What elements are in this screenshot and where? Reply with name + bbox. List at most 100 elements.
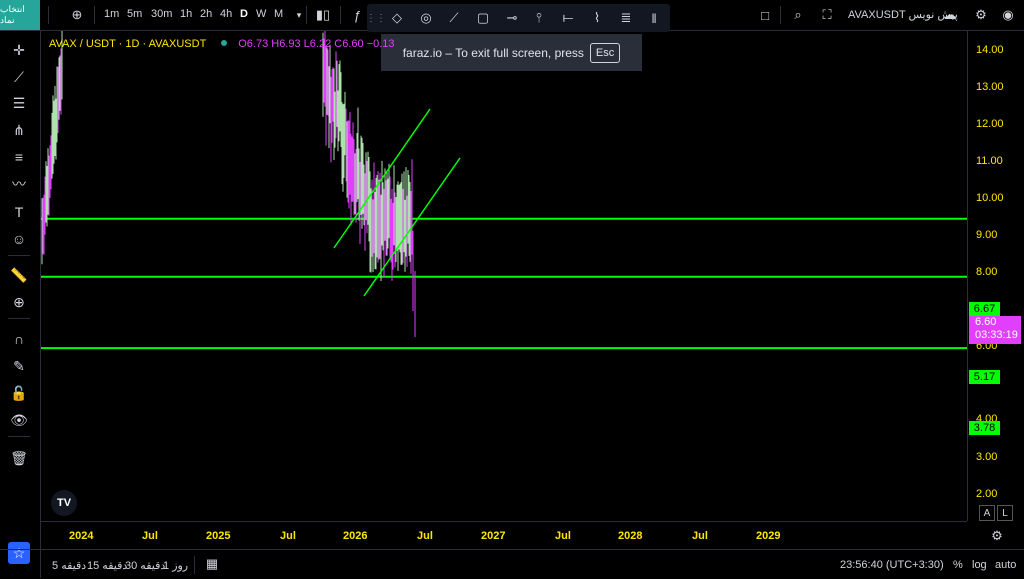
candles-style-icon[interactable]: ▮▯ bbox=[314, 6, 332, 24]
range-1-day[interactable]: 1 روز bbox=[163, 559, 188, 572]
time-tick: 2028 bbox=[618, 530, 643, 542]
vertical-line-icon[interactable]: ⫯ bbox=[530, 9, 548, 27]
rectangle-tool-icon[interactable]: ▢ bbox=[474, 9, 492, 27]
bar-countdown: 03:33:19 bbox=[975, 329, 1018, 341]
price-chart[interactable] bbox=[41, 31, 967, 521]
indicators-icon[interactable]: ƒ bbox=[348, 6, 366, 24]
time-tick: Jul bbox=[280, 530, 296, 542]
zoom-in-icon[interactable]: ⊕ bbox=[8, 291, 30, 313]
clock-timezone[interactable]: 23:56:40 (UTC+3:30) bbox=[840, 559, 944, 571]
level-label: 5.17 bbox=[969, 370, 1000, 384]
drawing-toolbar: ⋮⋮ ◇ ◎ ⟋ ▢ ⊸ ⫯ ⟝ ⌇ ≣ ‖ bbox=[366, 4, 670, 32]
parallel-channel-icon[interactable]: ≣ bbox=[617, 9, 635, 27]
time-tick: 2027 bbox=[481, 530, 506, 542]
timeframe-d[interactable]: D bbox=[240, 8, 248, 20]
time-tick: Jul bbox=[417, 530, 433, 542]
timeframe-2h[interactable]: 2h bbox=[200, 8, 212, 20]
legend-high: H6.93 bbox=[271, 38, 301, 50]
legend-low: L6.22 bbox=[303, 38, 332, 50]
fullscreen-icon[interactable]: ⛶ bbox=[818, 6, 836, 24]
timeframe-1h[interactable]: 1h bbox=[180, 8, 192, 20]
legend-close: C6.60 bbox=[334, 38, 364, 50]
chart-settings-gear-icon[interactable]: ⚙ bbox=[988, 527, 1006, 545]
market-status-dot bbox=[221, 40, 228, 46]
emoji-icon[interactable]: ☺ bbox=[8, 228, 30, 250]
toolbar-divider bbox=[8, 255, 30, 256]
legend-open: O6.73 bbox=[238, 38, 269, 50]
symbol-search-button[interactable]: انتخاب نماد bbox=[0, 0, 40, 30]
stay-drawing-icon[interactable]: ✎ bbox=[8, 355, 30, 377]
toolbar-divider bbox=[340, 6, 341, 24]
trash-icon[interactable]: 🗑 bbox=[8, 447, 30, 469]
circle-tool-icon[interactable]: ◎ bbox=[417, 9, 435, 27]
add-compare-icon[interactable]: ⊕ bbox=[68, 6, 86, 24]
lock-icon[interactable]: 🔓 bbox=[8, 382, 30, 404]
snapshot-camera-icon[interactable]: ◉ bbox=[999, 6, 1017, 24]
current-price-label: 6.60 03:33:19 bbox=[969, 316, 1021, 344]
time-tick: 2025 bbox=[206, 530, 231, 542]
current-price: 6.60 bbox=[975, 316, 997, 328]
level-label: 3.78 bbox=[969, 421, 1000, 435]
trendline-tool-icon[interactable]: ⟋ bbox=[8, 66, 30, 88]
toolbar-divider bbox=[48, 6, 49, 24]
range-5-minutes[interactable]: 5 دقیقه bbox=[52, 559, 86, 572]
timeframe-30m[interactable]: 30m bbox=[151, 8, 172, 20]
text-tool-icon[interactable]: T bbox=[8, 201, 30, 223]
fib-retracement-icon[interactable]: ‖ bbox=[645, 9, 663, 27]
price-tick: 3.00 bbox=[976, 451, 998, 463]
percent-toggle[interactable]: % bbox=[953, 559, 963, 571]
legend-change: −0.13 bbox=[366, 38, 395, 50]
patterns-icon[interactable]: 〰 bbox=[8, 173, 30, 195]
price-tick: 10.00 bbox=[976, 192, 1004, 204]
auto-toggle[interactable]: auto bbox=[995, 559, 1016, 571]
lines-tool-icon[interactable]: ☰ bbox=[8, 92, 30, 114]
toolbar-divider bbox=[780, 6, 781, 24]
fib-tool-icon[interactable]: ≡ bbox=[8, 146, 30, 168]
settings-gear-icon[interactable]: ⚙ bbox=[972, 6, 990, 24]
tradingview-logo[interactable]: TV bbox=[51, 490, 77, 516]
time-tick: 2026 bbox=[343, 530, 368, 542]
price-tick: 13.00 bbox=[976, 81, 1004, 93]
layout-square-icon[interactable]: □ bbox=[756, 6, 774, 24]
toolbar-divider bbox=[94, 6, 95, 24]
price-tick: 8.00 bbox=[976, 266, 998, 278]
ruler-icon[interactable]: 📏 bbox=[8, 264, 30, 286]
legend-title: AVAX / USDT · 1D · AVAXUSDT bbox=[49, 38, 207, 50]
left-toolbar: ✛ ⟋ ☰ ⋔ ≡ 〰 T ☺ 📏 ⊕ ∩ ✎ 🔓 👁 🗑 bbox=[0, 31, 41, 578]
price-tick: 11.00 bbox=[976, 155, 1003, 167]
timeframe-1m[interactable]: 1m bbox=[104, 8, 119, 20]
cloud-save-icon[interactable]: ☁ bbox=[941, 6, 959, 24]
timeframe-5m[interactable]: 5m bbox=[127, 8, 142, 20]
toolbar-divider bbox=[8, 436, 30, 437]
quick-search-icon[interactable]: ⌕ bbox=[789, 6, 807, 24]
auto-scale-button[interactable]: A bbox=[979, 505, 995, 521]
magnet-icon[interactable]: ∩ bbox=[8, 328, 30, 350]
crosshair-icon[interactable]: ✛ bbox=[8, 39, 30, 61]
timeframe-4h[interactable]: 4h bbox=[220, 8, 232, 20]
log-scale-button[interactable]: L bbox=[997, 505, 1013, 521]
time-tick: Jul bbox=[692, 530, 708, 542]
drag-handle-icon[interactable]: ⋮⋮ bbox=[366, 9, 386, 27]
timeframe-m[interactable]: M bbox=[274, 8, 283, 20]
chart-legend: AVAX / USDT · 1D · AVAXUSDT O6.73 H6.93 … bbox=[49, 38, 395, 50]
price-tick: 14.00 bbox=[976, 44, 1004, 56]
pitchfork-icon[interactable]: ⋔ bbox=[8, 119, 30, 141]
trend-line-icon[interactable]: ⟋ bbox=[445, 9, 463, 27]
visibility-eye-icon[interactable]: 👁 bbox=[8, 409, 30, 431]
range-15-minutes[interactable]: 15 دقیقه bbox=[87, 559, 127, 572]
toolbar-divider bbox=[194, 556, 195, 574]
time-tick: Jul bbox=[555, 530, 571, 542]
horizontal-ray-icon[interactable]: ⊸ bbox=[503, 9, 521, 27]
path-tool-icon[interactable]: ⌇ bbox=[588, 9, 606, 27]
price-tick: 2.00 bbox=[976, 488, 998, 500]
time-tick: 2024 bbox=[69, 530, 94, 542]
log-toggle[interactable]: log bbox=[972, 559, 987, 571]
timeframe-w[interactable]: W bbox=[256, 8, 266, 20]
toolbar-divider bbox=[306, 6, 307, 24]
polygon-tool-icon[interactable]: ◇ bbox=[388, 9, 406, 27]
goto-date-calendar-icon[interactable]: ▦ bbox=[203, 555, 221, 573]
toolbar-divider bbox=[8, 318, 30, 319]
range-30-minutes[interactable]: 30 دقیقه bbox=[125, 559, 165, 572]
horizontal-line-icon[interactable]: ⟝ bbox=[559, 9, 577, 27]
price-tick: 12.00 bbox=[976, 118, 1004, 130]
